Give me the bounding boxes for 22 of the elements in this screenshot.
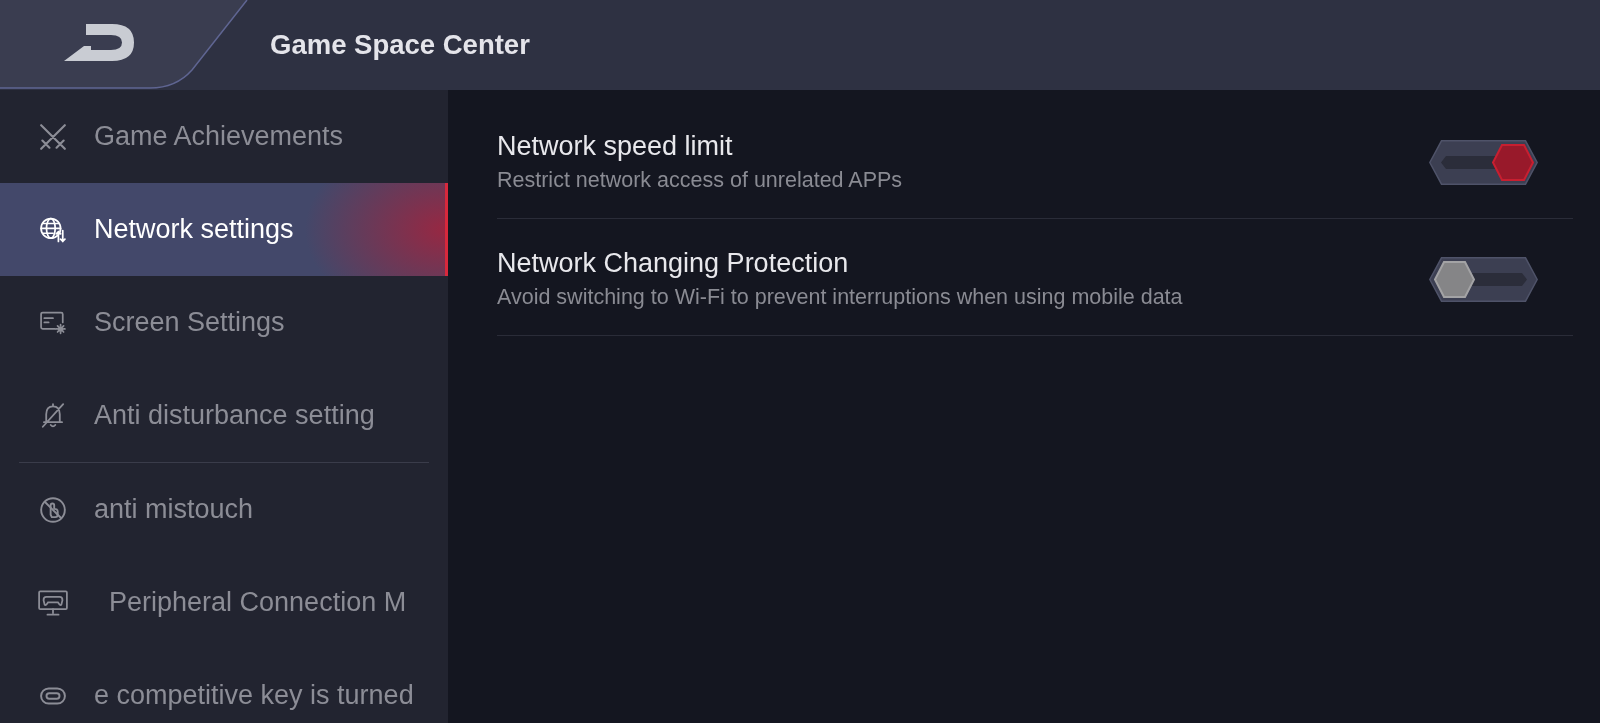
app-title: Game Space Center [270, 29, 530, 61]
sidebar-item[interactable]: Screen Settings [0, 276, 448, 369]
no-touch-icon [40, 496, 66, 523]
setting-title: Network speed limit [497, 130, 733, 162]
monitor-gamepad-icon [38, 589, 68, 616]
setting-description: Restrict network access of unrelated APPs [497, 167, 903, 194]
logo-icon[interactable] [64, 24, 134, 61]
globe-icon [40, 216, 66, 243]
sidebar-item[interactable]: e competitive key is turned [0, 649, 448, 723]
sidebar-item[interactable]: Anti disturbance setting [0, 369, 448, 462]
sidebar-item[interactable]: Network settings [0, 183, 448, 276]
crossed-swords-icon [40, 123, 66, 150]
setting-title: Network Changing Protection [497, 247, 849, 279]
screen-gear-icon [40, 310, 66, 335]
bell-off-icon [40, 402, 66, 429]
setting-description: Avoid switching to Wi-Fi to prevent interruptions when using mobile data [497, 284, 1183, 311]
sidebar-item[interactable]: Game Achievements [0, 90, 448, 183]
capsule-icon [40, 686, 66, 705]
toggle-switch[interactable] [1429, 139, 1538, 185]
toggle-switch[interactable] [1429, 256, 1538, 302]
sidebar-item[interactable]: Peripheral Connection M [0, 556, 448, 649]
sidebar-item[interactable]: anti mistouch [0, 463, 448, 556]
